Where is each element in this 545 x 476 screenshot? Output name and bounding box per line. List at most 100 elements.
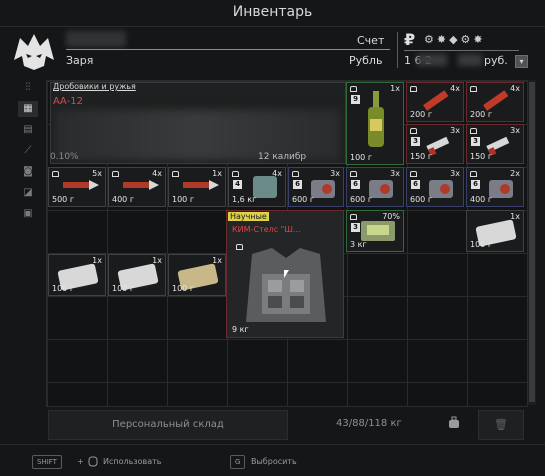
lock-icon bbox=[112, 171, 119, 177]
device-item[interactable]: 3 70% 3 кг bbox=[346, 210, 404, 252]
item-quantity: 3x bbox=[390, 169, 400, 178]
shotgun-footer-left: 0.10% bbox=[50, 152, 79, 162]
ruble-symbol-icon[interactable]: ₽ bbox=[404, 30, 415, 49]
lock-icon bbox=[410, 128, 417, 134]
shell-item[interactable]: 3 3x 150 г bbox=[406, 124, 464, 164]
item-weight: 100 г bbox=[350, 153, 373, 162]
shell-item[interactable]: 3 3x 150 г bbox=[466, 124, 524, 164]
currency-dropdown-button[interactable]: ▾ bbox=[515, 55, 528, 68]
item-level: 3 bbox=[351, 223, 360, 232]
lock-icon bbox=[236, 244, 243, 250]
rocket-item[interactable]: 5x 500 г bbox=[48, 167, 106, 207]
item-quantity: 3x bbox=[450, 126, 460, 135]
shotgun-category: Дробовики и ружья bbox=[53, 82, 136, 91]
scrollbar-thumb[interactable] bbox=[529, 82, 535, 402]
item-weight: 100 г bbox=[52, 284, 75, 293]
currency-underline bbox=[404, 50, 519, 51]
item-quantity: 1x bbox=[212, 169, 222, 178]
item-quantity: 1x bbox=[390, 84, 400, 93]
personal-stash-button[interactable]: Персональный склад bbox=[48, 410, 288, 440]
vest-icon bbox=[246, 248, 326, 322]
item-weight: 500 г bbox=[52, 195, 75, 204]
weight-icon bbox=[449, 416, 459, 428]
box-icon[interactable]: ▣ bbox=[18, 206, 38, 222]
item-weight: 3 кг bbox=[350, 240, 367, 249]
rocket-item[interactable]: 1x 100 г bbox=[168, 167, 226, 207]
pack-item[interactable]: 1x 100 г bbox=[108, 254, 166, 296]
canister-item[interactable]: 6 3x 600 г bbox=[346, 167, 404, 207]
item-level: 6 bbox=[411, 180, 420, 189]
lock-icon bbox=[292, 171, 299, 177]
rocket-item[interactable]: 4x 400 г bbox=[108, 167, 166, 207]
mouse-icon bbox=[88, 456, 98, 467]
item-quantity: 1x bbox=[212, 256, 222, 265]
vest-rarity-tag: Научные bbox=[228, 212, 269, 221]
item-quantity: 5x bbox=[92, 169, 102, 178]
item-weight: 600 г bbox=[410, 195, 433, 204]
item-quantity: 3x bbox=[330, 169, 340, 178]
filter-icon[interactable]: ⫶⫶ bbox=[18, 80, 38, 96]
grid-icon[interactable]: ▦ bbox=[18, 101, 38, 117]
item-quantity: 3x bbox=[510, 126, 520, 135]
canister-item[interactable]: 6 3x 600 г bbox=[406, 167, 464, 207]
shotgun-name: АА-12 bbox=[53, 96, 84, 107]
item-weight: 100 г bbox=[470, 240, 493, 249]
player-nick-blurred bbox=[66, 31, 126, 47]
bottle-icon bbox=[368, 91, 384, 147]
bag-item[interactable]: 4 4x 1,6 кг bbox=[228, 167, 286, 207]
item-quantity: 1x bbox=[92, 256, 102, 265]
item-level: 6 bbox=[293, 180, 302, 189]
player-name: Заря bbox=[66, 54, 94, 67]
money-blur bbox=[417, 54, 447, 66]
camera-icon[interactable]: ◙ bbox=[18, 164, 38, 180]
bottle-item[interactable]: 9 1x 100 г bbox=[346, 82, 404, 165]
lock-icon bbox=[350, 214, 357, 220]
wolf-logo-icon bbox=[14, 34, 54, 70]
dynamite-item[interactable]: 4x 200 г bbox=[406, 82, 464, 122]
item-weight: 150 г bbox=[410, 152, 433, 161]
item-quantity: 4x bbox=[510, 84, 520, 93]
item-weight: 200 г bbox=[410, 110, 433, 119]
score-label: Счет bbox=[357, 34, 385, 47]
pack-item[interactable]: 1x 100 г bbox=[48, 254, 106, 296]
item-level: 9 bbox=[351, 95, 360, 104]
item-weight: 100 г bbox=[112, 284, 135, 293]
ration-item[interactable]: 1x 100 г bbox=[168, 254, 226, 296]
canister-item[interactable]: 6 2x 400 г bbox=[466, 167, 524, 207]
player-divider bbox=[66, 49, 390, 50]
money-blur-2 bbox=[458, 54, 482, 66]
window-title: Инвентарь bbox=[232, 4, 313, 20]
item-weight: 200 г bbox=[470, 110, 493, 119]
item-weight: 150 г bbox=[470, 152, 493, 161]
vest-weight: 9 кг bbox=[232, 325, 249, 334]
bag-icon[interactable]: ◪ bbox=[18, 185, 38, 201]
lock-icon bbox=[350, 171, 357, 177]
trash-button[interactable]: 🗑 bbox=[478, 410, 524, 440]
lock-icon bbox=[410, 171, 417, 177]
stash-icon[interactable]: ▤ bbox=[18, 122, 38, 138]
item-level: 3 bbox=[471, 137, 480, 146]
currency-icons[interactable]: ⚙✸◆⚙✸ bbox=[424, 33, 486, 46]
lock-icon bbox=[410, 86, 417, 92]
item-level: 3 bbox=[411, 137, 420, 146]
item-durability: 70% bbox=[382, 212, 400, 221]
mouse-cursor-icon bbox=[284, 270, 289, 278]
item-weight: 1,6 кг bbox=[232, 195, 257, 204]
lock-icon bbox=[52, 171, 59, 177]
item-quantity: 1x bbox=[152, 256, 162, 265]
lock-icon bbox=[470, 128, 477, 134]
dynamite-item[interactable]: 4x 200 г bbox=[466, 82, 524, 122]
item-weight: 600 г bbox=[292, 195, 315, 204]
item-quantity: 1x bbox=[510, 212, 520, 221]
item-weight: 100 г bbox=[172, 195, 195, 204]
use-hint: Использовать bbox=[103, 457, 162, 466]
shift-key: SHIFT bbox=[32, 455, 62, 469]
weapon-icon[interactable]: ⟋ bbox=[18, 143, 38, 159]
item-quantity: 4x bbox=[272, 169, 282, 178]
pack-item[interactable]: 1x 100 г bbox=[466, 210, 524, 252]
item-quantity: 2x bbox=[510, 169, 520, 178]
lock-icon bbox=[350, 86, 357, 92]
canister-item[interactable]: 6 3x 600 г bbox=[288, 167, 344, 207]
currency-divider bbox=[397, 32, 398, 68]
stash-weight: 43/88/118 кг bbox=[336, 418, 402, 429]
